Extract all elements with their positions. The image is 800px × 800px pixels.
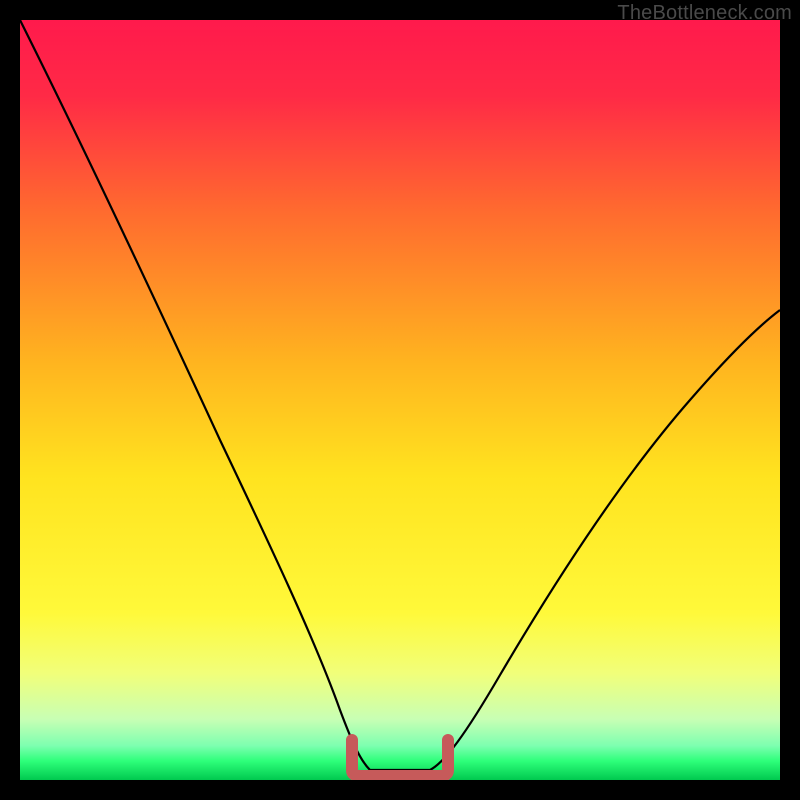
curve-path	[20, 20, 780, 770]
chart-frame: TheBottleneck.com	[0, 0, 800, 800]
watermark-label: TheBottleneck.com	[617, 2, 792, 25]
optimal-range-marker	[352, 740, 448, 776]
bottleneck-curve	[20, 20, 780, 780]
plot-area	[20, 20, 780, 780]
